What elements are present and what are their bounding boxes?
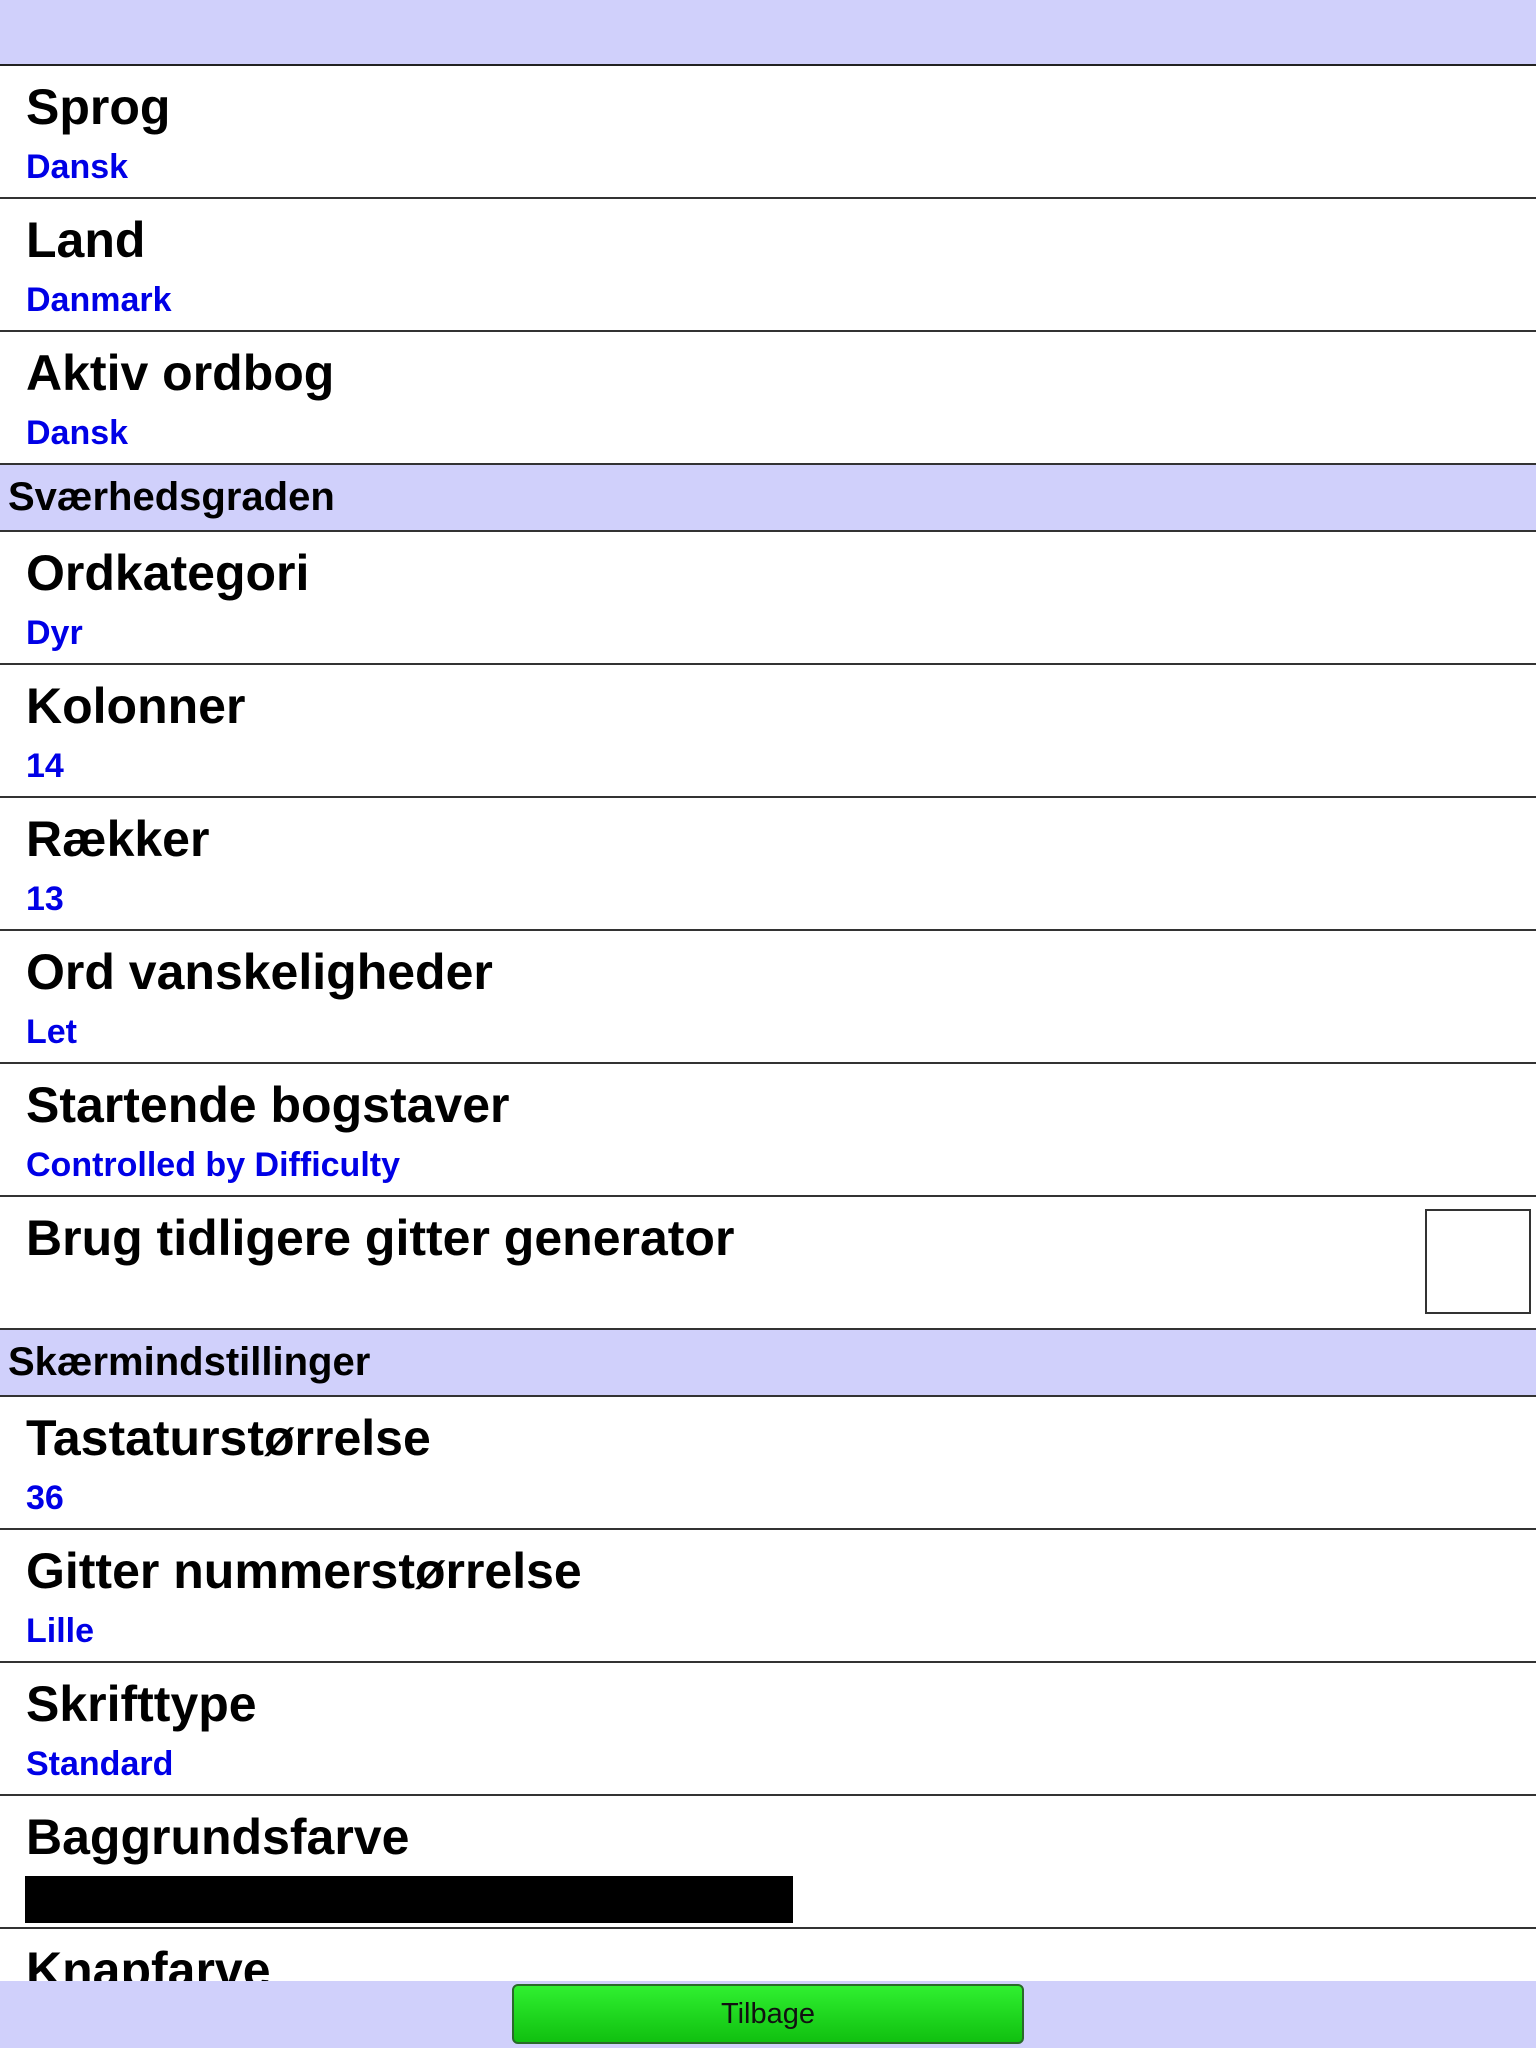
setting-value: Standard (26, 1745, 174, 1783)
setting-title: Sprog (26, 79, 171, 135)
setting-brug-tidligere-gitter-generator[interactable]: Brug tidligere gitter generator (0, 1197, 1536, 1330)
setting-skrifttype[interactable]: Skrifttype Standard (0, 1663, 1536, 1796)
setting-title: Tastaturstørrelse (26, 1410, 431, 1466)
setting-baggrundsfarve[interactable]: Baggrundsfarve (0, 1796, 1536, 1929)
back-button[interactable]: Tilbage (512, 1984, 1024, 2044)
setting-title: Land (26, 212, 146, 268)
setting-value: Let (26, 1013, 77, 1051)
old-grid-generator-checkbox[interactable] (1425, 1209, 1531, 1314)
setting-title: Skrifttype (26, 1676, 257, 1732)
top-bar (0, 0, 1536, 66)
setting-title: Aktiv ordbog (26, 345, 335, 401)
setting-value: Lille (26, 1612, 95, 1650)
setting-title: Gitter nummerstørrelse (26, 1543, 582, 1599)
background-color-swatch[interactable] (25, 1876, 793, 1923)
setting-title: Knapfarve (26, 1942, 271, 1981)
setting-value: 14 (26, 747, 64, 785)
setting-value: 36 (26, 1479, 64, 1517)
setting-title: Ordkategori (26, 545, 310, 601)
setting-title: Rækker (26, 811, 210, 867)
setting-kolonner[interactable]: Kolonner 14 (0, 665, 1536, 798)
setting-title: Brug tidligere gitter generator (26, 1210, 735, 1266)
footer-bar: Tilbage (0, 1981, 1536, 2048)
setting-value: Danmark (26, 281, 172, 319)
setting-value: 13 (26, 880, 64, 918)
setting-value: Controlled by Difficulty (26, 1146, 400, 1184)
setting-title: Kolonner (26, 678, 246, 734)
setting-knapfarve[interactable]: Knapfarve (0, 1929, 1536, 1981)
setting-title: Ord vanskeligheder (26, 944, 493, 1000)
setting-sprog[interactable]: Sprog Dansk (0, 66, 1536, 199)
setting-land[interactable]: Land Danmark (0, 199, 1536, 332)
setting-value: Dansk (26, 148, 129, 186)
setting-gitter-nummerstorrelse[interactable]: Gitter nummerstørrelse Lille (0, 1530, 1536, 1663)
setting-value: Dansk (26, 414, 129, 452)
setting-aktiv-ordbog[interactable]: Aktiv ordbog Dansk (0, 332, 1536, 465)
setting-title: Baggrundsfarve (26, 1809, 410, 1865)
section-header-display: Skærmindstillinger (0, 1330, 1536, 1397)
setting-tastaturstorrelse[interactable]: Tastaturstørrelse 36 (0, 1397, 1536, 1530)
setting-startende-bogstaver[interactable]: Startende bogstaver Controlled by Diffic… (0, 1064, 1536, 1197)
setting-value: Dyr (26, 614, 83, 652)
settings-list[interactable]: Sprog Dansk Land Danmark Aktiv ordbog Da… (0, 66, 1536, 1981)
setting-raekker[interactable]: Rækker 13 (0, 798, 1536, 931)
setting-title: Startende bogstaver (26, 1077, 510, 1133)
setting-ordkategori[interactable]: Ordkategori Dyr (0, 532, 1536, 665)
setting-ord-vanskeligheder[interactable]: Ord vanskeligheder Let (0, 931, 1536, 1064)
section-header-difficulty: Sværhedsgraden (0, 465, 1536, 532)
